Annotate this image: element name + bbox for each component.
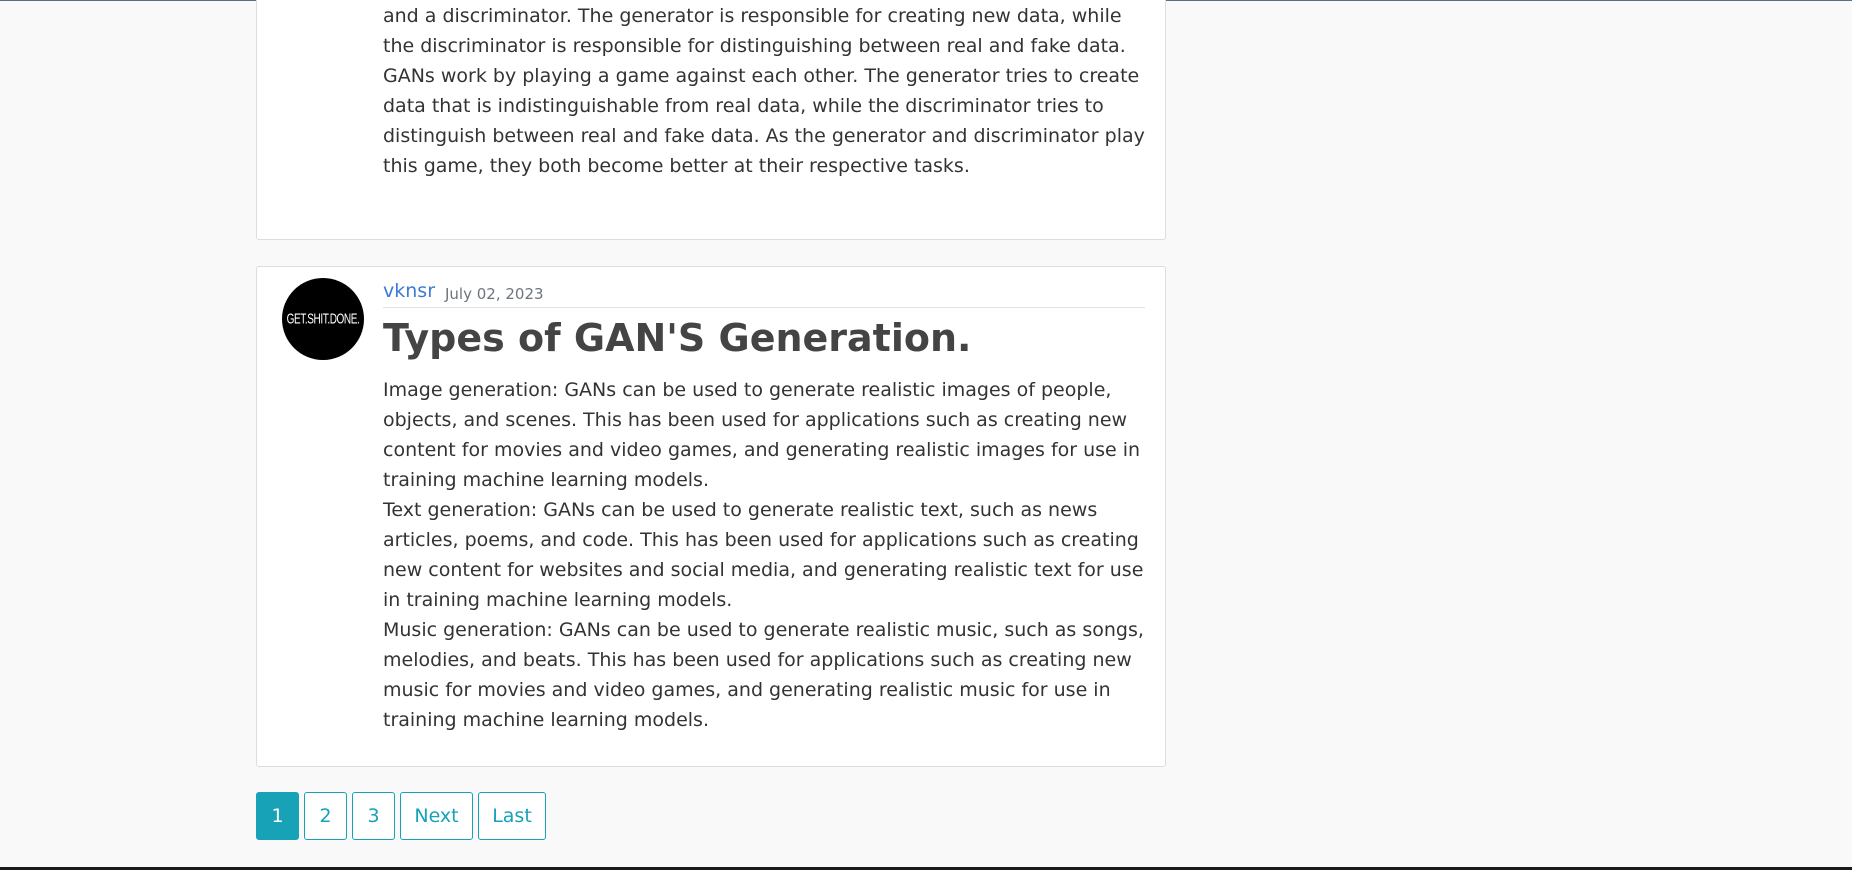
page-1-button[interactable]: 1 bbox=[256, 792, 299, 840]
post-meta: vknsr July 02, 2023 bbox=[383, 280, 1145, 308]
page-2-button[interactable]: 2 bbox=[304, 792, 347, 840]
post-paragraph: Music generation: GANs can be used to ge… bbox=[383, 619, 1144, 731]
post-paragraph: Text generation: GANs can be used to gen… bbox=[383, 499, 1144, 611]
avatar[interactable]: GET.SHIT.DONE. bbox=[282, 278, 364, 360]
post-date: July 02, 2023 bbox=[445, 285, 544, 303]
previous-post-paragraph: GANs work by playing a game against each… bbox=[383, 65, 1145, 177]
page-3-button[interactable]: 3 bbox=[352, 792, 395, 840]
author-link[interactable]: vknsr bbox=[383, 280, 435, 302]
post-card: GET.SHIT.DONE. vknsr July 02, 2023 Types… bbox=[256, 266, 1166, 767]
post-paragraph: Image generation: GANs can be used to ge… bbox=[383, 379, 1141, 491]
pagination: 1 2 3 Next Last bbox=[256, 792, 551, 840]
post-title[interactable]: Types of GAN'S Generation. bbox=[383, 316, 971, 360]
avatar-text: GET.SHIT.DONE. bbox=[286, 310, 360, 328]
previous-post-card: and a discriminator. The generator is re… bbox=[256, 0, 1166, 240]
last-page-button[interactable]: Last bbox=[478, 792, 546, 840]
post-body: Image generation: GANs can be used to ge… bbox=[383, 375, 1145, 735]
previous-post-paragraph: and a discriminator. The generator is re… bbox=[383, 5, 1126, 57]
next-page-button[interactable]: Next bbox=[400, 792, 473, 840]
